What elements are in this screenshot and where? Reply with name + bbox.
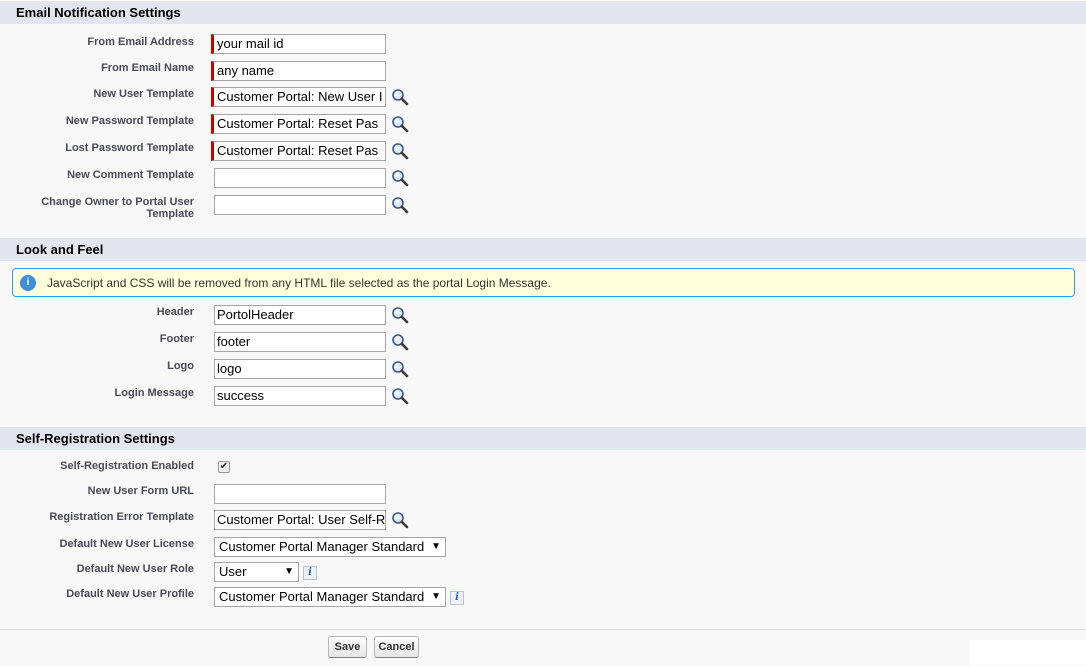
header-label: Header [156, 306, 194, 318]
from-email-name-field[interactable]: any name [211, 61, 386, 81]
lost-password-template-label: Lost Password Template [65, 142, 194, 154]
dropdown-arrow-icon: ▼ [431, 591, 441, 602]
change-owner-label-line2: Template [146, 208, 194, 220]
logo-lookup-icon[interactable] [391, 360, 409, 378]
default-profile-select[interactable]: Customer Portal Manager Standard ▼ [214, 587, 446, 607]
profile-info-icon[interactable]: i [450, 591, 464, 605]
new-user-form-url-field[interactable] [214, 484, 386, 504]
new-password-template-field[interactable]: Customer Portal: Reset Pas [211, 114, 386, 134]
section-title: Self-Registration Settings [16, 431, 175, 446]
new-password-template-lookup-icon[interactable] [391, 115, 409, 133]
from-email-address-label: From Email Address [87, 36, 194, 48]
change-owner-label-line1: Change Owner to Portal User [41, 196, 194, 208]
section-look-and-feel: Look and Feel [0, 237, 1086, 261]
role-info-icon[interactable]: i [303, 566, 317, 580]
footer-lookup-icon[interactable] [391, 333, 409, 351]
dropdown-arrow-icon: ▼ [284, 566, 294, 577]
change-owner-template-label: Change Owner to Portal User Template [0, 196, 194, 220]
login-message-label: Login Message [114, 387, 194, 399]
footer-label: Footer [159, 333, 194, 345]
section-title: Look and Feel [16, 242, 104, 257]
from-email-name-label: From Email Name [101, 62, 194, 74]
new-comment-template-lookup-icon[interactable] [391, 169, 409, 187]
white-corner [970, 640, 1086, 665]
self-registration-enabled-label: Self-Registration Enabled [60, 460, 194, 472]
logo-field[interactable]: logo [214, 359, 386, 379]
change-owner-template-lookup-icon[interactable] [391, 196, 409, 214]
save-button[interactable]: Save [328, 636, 367, 658]
section-email-notification-settings: Email Notification Settings [0, 0, 1086, 24]
default-role-label: Default New User Role [76, 563, 194, 575]
login-message-lookup-icon[interactable] [391, 387, 409, 405]
default-profile-label: Default New User Profile [66, 588, 194, 600]
new-comment-template-label: New Comment Template [67, 169, 194, 181]
default-license-label: Default New User License [59, 538, 195, 550]
logo-label: Logo [167, 360, 194, 372]
info-icon: i [20, 275, 36, 291]
new-password-template-label: New Password Template [65, 115, 194, 127]
default-role-value: User [219, 564, 247, 579]
info-message-text: JavaScript and CSS will be removed from … [47, 276, 551, 290]
header-field[interactable]: PortolHeader [214, 305, 386, 325]
new-user-form-url-label: New User Form URL [87, 485, 194, 497]
lost-password-template-field[interactable]: Customer Portal: Reset Pas [211, 141, 386, 161]
new-user-template-field[interactable]: Customer Portal: New User I [211, 87, 386, 107]
cancel-button[interactable]: Cancel [374, 636, 419, 658]
registration-error-template-lookup-icon[interactable] [391, 511, 409, 529]
change-owner-template-field[interactable] [214, 195, 386, 215]
default-license-value: Customer Portal Manager Standard [219, 539, 425, 554]
self-registration-enabled-checkbox[interactable]: ✔ [218, 461, 230, 473]
default-role-select[interactable]: User ▼ [214, 562, 299, 582]
registration-error-template-label: Registration Error Template [49, 511, 194, 523]
login-message-field[interactable]: success [214, 386, 386, 406]
default-profile-value: Customer Portal Manager Standard [219, 589, 425, 604]
from-email-address-field[interactable]: your mail id [211, 34, 386, 54]
button-bar [0, 629, 1086, 666]
info-message-box: i JavaScript and CSS will be removed fro… [12, 268, 1075, 297]
footer-field[interactable]: footer [214, 332, 386, 352]
new-user-template-lookup-icon[interactable] [391, 88, 409, 106]
header-lookup-icon[interactable] [391, 306, 409, 324]
new-user-template-label: New User Template [93, 88, 194, 100]
section-title: Email Notification Settings [16, 5, 181, 20]
dropdown-arrow-icon: ▼ [431, 541, 441, 552]
registration-error-template-field[interactable]: Customer Portal: User Self-R [214, 510, 386, 530]
new-comment-template-field[interactable] [214, 168, 386, 188]
lost-password-template-lookup-icon[interactable] [391, 142, 409, 160]
section-self-registration-settings: Self-Registration Settings [0, 426, 1086, 450]
default-license-select[interactable]: Customer Portal Manager Standard ▼ [214, 537, 446, 557]
